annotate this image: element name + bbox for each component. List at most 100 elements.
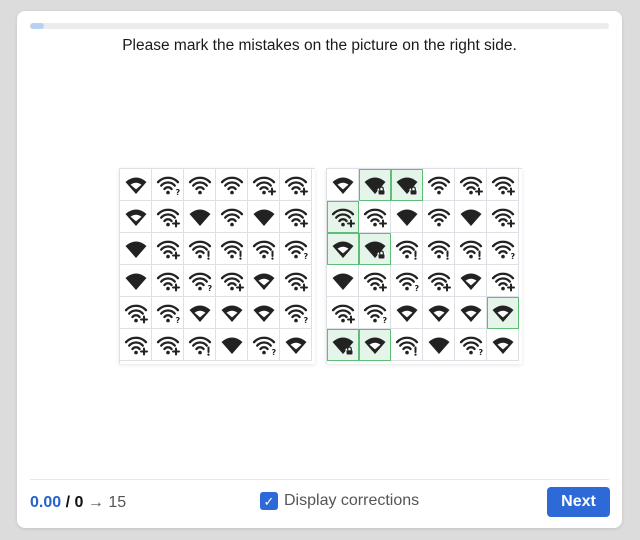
answer-cell[interactable] (359, 201, 391, 233)
display-corrections-toggle[interactable]: ✓ Display corrections (260, 492, 419, 510)
game-card: Please mark the mistakes on the picture … (17, 11, 622, 528)
answer-cell[interactable] (327, 233, 359, 265)
score-separator: / (65, 494, 71, 511)
reference-cell (120, 201, 152, 233)
answer-cell[interactable] (487, 169, 519, 201)
wifi-question-icon: ? (284, 238, 308, 260)
answer-cell[interactable] (327, 169, 359, 201)
answer-cell[interactable] (391, 329, 423, 361)
wifi-lock-icon (363, 174, 387, 196)
answer-cell[interactable]: ? (391, 265, 423, 297)
wifi-low-icon (220, 302, 244, 324)
wifi-plus-icon (156, 238, 180, 260)
answer-cell[interactable] (487, 201, 519, 233)
wifi-question-icon: ? (363, 302, 387, 324)
answer-cell[interactable] (487, 329, 519, 361)
wifi-low-icon (188, 302, 212, 324)
wifi-low-icon (252, 302, 276, 324)
reference-cell (120, 233, 152, 265)
reference-cell (184, 169, 216, 201)
answer-cell[interactable] (423, 265, 455, 297)
wifi-low-icon (395, 302, 419, 324)
answer-cell[interactable] (455, 297, 487, 329)
reference-cell (216, 201, 248, 233)
score-display: 0.00 / 0 → 15 (30, 494, 126, 512)
instruction-text: Please mark the mistakes on the picture … (122, 37, 517, 54)
reference-cell (184, 201, 216, 233)
answer-cell[interactable]: ? (487, 233, 519, 265)
answer-cell[interactable]: ? (455, 329, 487, 361)
reference-cell: ? (184, 265, 216, 297)
svg-text:?: ? (414, 284, 419, 292)
answer-cell[interactable] (327, 329, 359, 361)
answer-cell[interactable] (455, 265, 487, 297)
wifi-full-icon (427, 206, 451, 228)
answer-cell[interactable] (423, 329, 455, 361)
answer-cell[interactable] (359, 265, 391, 297)
wifi-low-icon (284, 334, 308, 356)
answer-cell[interactable] (327, 297, 359, 329)
answer-cell[interactable] (455, 233, 487, 265)
next-button[interactable]: Next (547, 487, 610, 517)
reference-cell (216, 233, 248, 265)
answer-cell[interactable] (455, 169, 487, 201)
wifi-filled-icon (188, 206, 212, 228)
reference-cell (120, 169, 152, 201)
reference-cell (280, 265, 312, 297)
score-count: 0 (74, 494, 84, 511)
reference-cell (120, 329, 152, 361)
reference-cell: ? (248, 329, 280, 361)
wifi-plus-icon (331, 302, 355, 324)
wifi-exclaim-icon (188, 334, 212, 356)
wifi-filled-icon (124, 270, 148, 292)
wifi-filled-icon (124, 238, 148, 260)
wifi-plus-icon (156, 270, 180, 292)
wifi-filled-icon (220, 334, 244, 356)
answer-picture-grid: ???? (326, 168, 522, 364)
reference-cell (248, 297, 280, 329)
svg-text:?: ? (510, 252, 515, 260)
wifi-low-icon (331, 174, 355, 196)
wifi-filled-icon (395, 206, 419, 228)
wifi-exclaim-icon (395, 334, 419, 356)
wifi-exclaim-icon (220, 238, 244, 260)
answer-cell[interactable] (391, 233, 423, 265)
answer-cell[interactable] (423, 233, 455, 265)
svg-text:?: ? (207, 284, 212, 292)
answer-cell[interactable] (327, 201, 359, 233)
reference-cell: ? (152, 297, 184, 329)
wifi-plus-icon (156, 334, 180, 356)
answer-cell[interactable] (327, 265, 359, 297)
wifi-filled-icon (252, 206, 276, 228)
answer-cell[interactable] (391, 201, 423, 233)
checkbox-checked-icon[interactable]: ✓ (260, 492, 278, 510)
wifi-exclaim-icon (459, 238, 483, 260)
wifi-plus-icon (491, 206, 515, 228)
answer-cell[interactable] (423, 169, 455, 201)
reference-cell (184, 297, 216, 329)
wifi-low-icon (124, 174, 148, 196)
wifi-full-icon (220, 206, 244, 228)
answer-cell[interactable] (359, 233, 391, 265)
answer-cell[interactable] (487, 297, 519, 329)
answer-cell[interactable] (359, 329, 391, 361)
answer-cell[interactable] (391, 297, 423, 329)
answer-cell[interactable] (359, 169, 391, 201)
reference-cell (152, 265, 184, 297)
reference-cell (184, 233, 216, 265)
svg-text:?: ? (478, 348, 483, 356)
reference-cell (216, 329, 248, 361)
answer-cell[interactable] (423, 201, 455, 233)
reference-cell: ? (280, 297, 312, 329)
reference-cell (152, 201, 184, 233)
reference-cell (184, 329, 216, 361)
answer-cell[interactable]: ? (359, 297, 391, 329)
wifi-exclaim-icon (252, 238, 276, 260)
score-target: 15 (108, 494, 127, 511)
answer-cell[interactable] (487, 265, 519, 297)
answer-cell[interactable] (423, 297, 455, 329)
answer-cell[interactable] (391, 169, 423, 201)
wifi-question-icon: ? (252, 334, 276, 356)
wifi-plus-icon (491, 270, 515, 292)
answer-cell[interactable] (455, 201, 487, 233)
